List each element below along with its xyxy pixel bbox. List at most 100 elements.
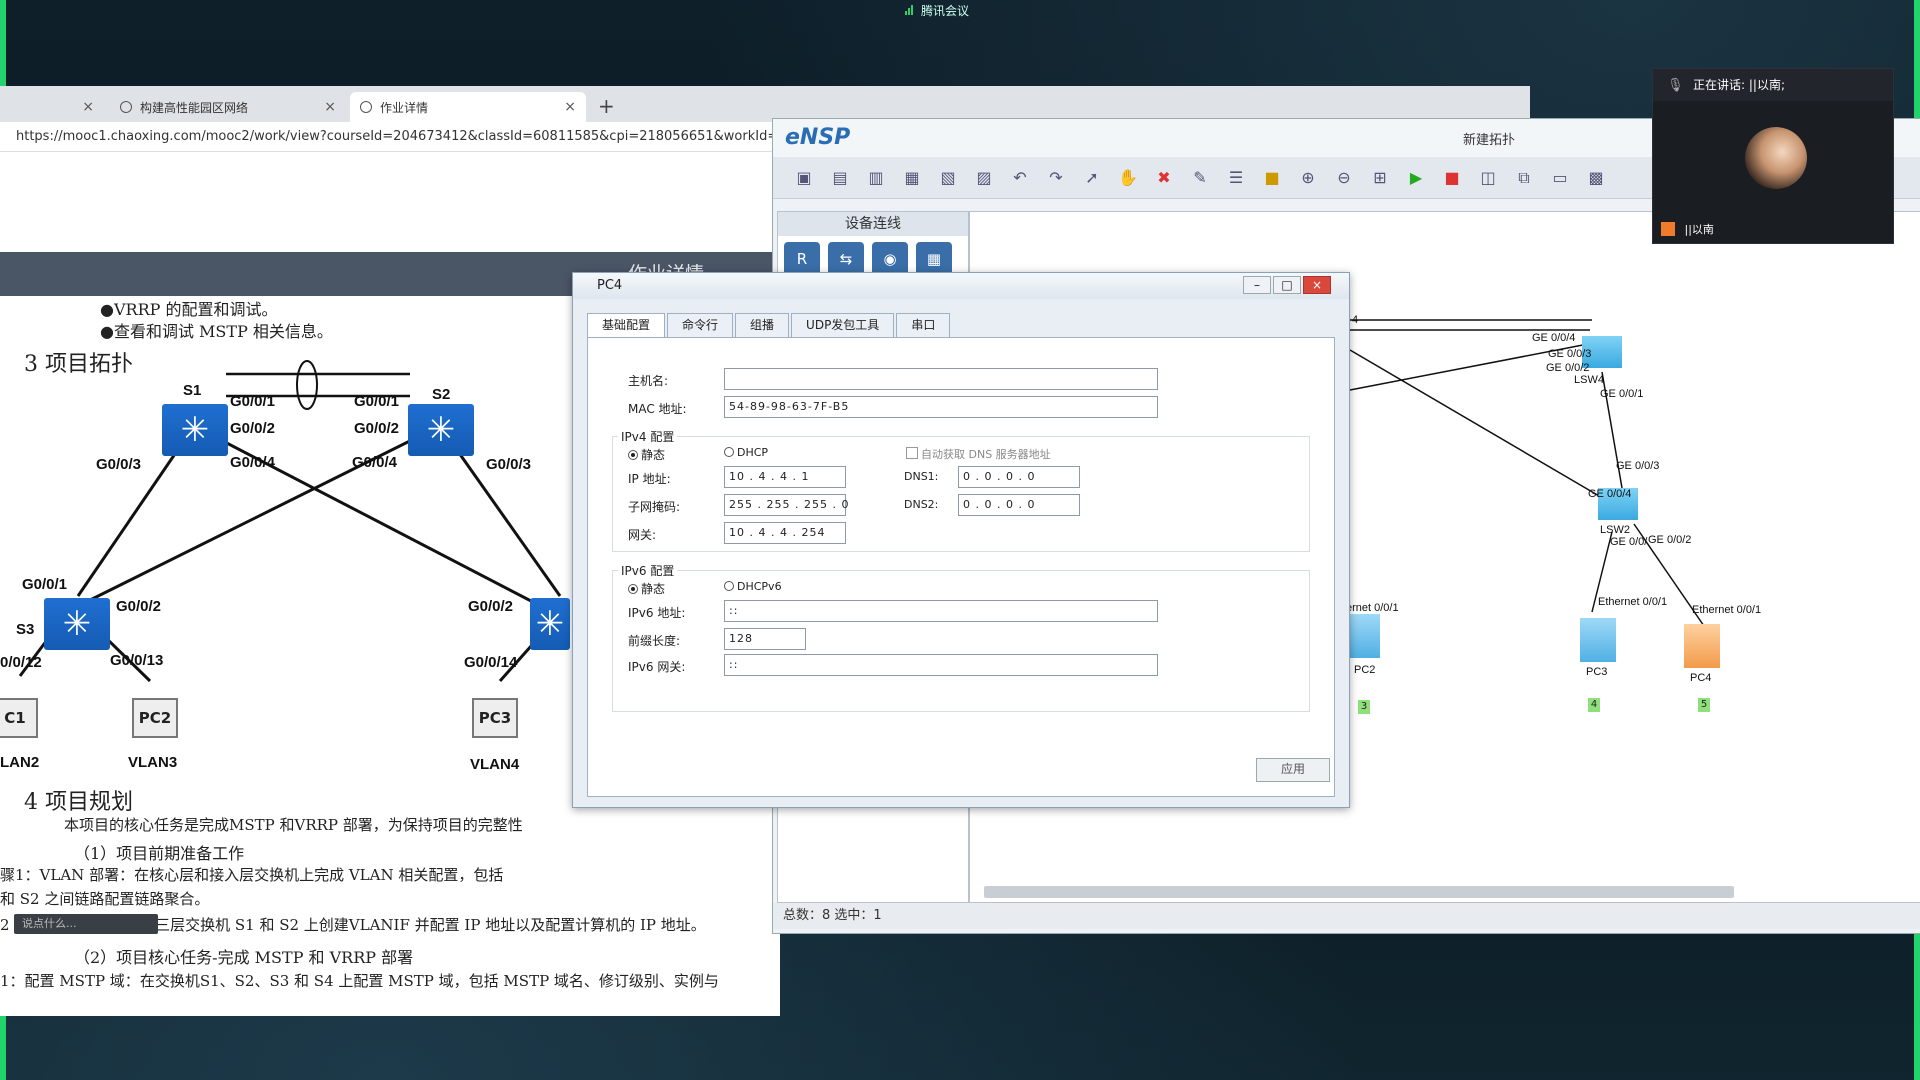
close-tab-icon[interactable]: × [82, 99, 94, 115]
tab-bar: × 构建高性能园区网络 × 作业详情 × + [0, 86, 1530, 122]
close-tab-icon[interactable]: × [324, 99, 336, 115]
port-label: G0/0/2 [230, 420, 276, 437]
lsw2-label: LSW2 [1600, 524, 1630, 536]
new-icon[interactable]: ▣ [791, 165, 817, 191]
static-radio[interactable]: 静态 [628, 446, 665, 463]
pc2-icon[interactable] [1350, 614, 1380, 658]
firewall-icon[interactable]: ▦ [916, 242, 952, 276]
participant-name-bar: ||以南 [1653, 219, 1901, 241]
new-topology-icon[interactable]: ▤ [827, 165, 853, 191]
switch-icon[interactable]: ⇆ [828, 242, 864, 276]
dhcpv6-label: DHCPv6 [737, 580, 782, 593]
new-tab-button[interactable]: + [598, 94, 615, 118]
apply-button[interactable]: 应用 [1256, 758, 1330, 782]
dns2-input[interactable]: 0 . 0 . 0 . 0 [958, 494, 1080, 516]
user-icon [1661, 222, 1675, 236]
router-icon[interactable]: R [784, 242, 820, 276]
hand-icon[interactable]: ✋ [1115, 165, 1141, 191]
undo-icon[interactable]: ↶ [1007, 165, 1033, 191]
vlan-badge: 5 [1698, 698, 1710, 712]
mask-label: 子网掩码: [628, 500, 681, 514]
ipv6-group [612, 570, 1310, 712]
globe-icon [120, 101, 132, 113]
save-as-icon[interactable]: ▧ [935, 165, 961, 191]
switch-s3-icon: ✳ [44, 598, 110, 650]
gateway-label: 网关: [628, 528, 657, 542]
vlan-label: LAN2 [0, 754, 40, 771]
stop-icon[interactable]: ■ [1439, 165, 1465, 191]
tab-multicast[interactable]: 组播 [735, 313, 790, 337]
pointer-icon[interactable]: ➚ [1079, 165, 1105, 191]
wireless-icon[interactable]: ◉ [872, 242, 908, 276]
topology-icon[interactable]: ⧉ [1511, 165, 1537, 191]
radio-checked-icon [628, 450, 638, 460]
pc4-icon[interactable] [1684, 624, 1720, 668]
hostname-label: 主机名: [628, 374, 669, 388]
delete-icon[interactable]: ✖ [1151, 165, 1177, 191]
fit-icon[interactable]: ⊞ [1367, 165, 1393, 191]
minimize-icon[interactable]: – [1243, 276, 1271, 294]
dhcpv6-radio[interactable]: DHCPv6 [724, 580, 782, 593]
dns1-input[interactable]: 0 . 0 . 0 . 0 [958, 466, 1080, 488]
port-label: G0/0/4 [230, 454, 276, 471]
label-s3: S3 [16, 621, 35, 638]
paragraph: 1：配置 MSTP 域：在交换机S1、S2、S3 和 S4 上配置 MSTP 域… [0, 972, 719, 990]
mask-input[interactable]: 255 . 255 . 255 . 0 [724, 494, 848, 516]
text-icon[interactable]: ☰ [1223, 165, 1249, 191]
paragraph: 骤1：VLAN 部署：在核心层和接入层交换机上完成 VLAN 相关配置，包括 [0, 866, 504, 884]
redo-icon[interactable]: ↷ [1043, 165, 1069, 191]
port-label: GE 0/0/4 [1532, 332, 1576, 344]
auto-dns-checkbox[interactable]: 自动获取 DNS 服务器地址 [906, 446, 1051, 462]
dhcp-radio[interactable]: DHCP [724, 446, 768, 459]
erase-icon[interactable]: ✎ [1187, 165, 1213, 191]
pc3-icon[interactable] [1580, 618, 1616, 662]
close-tab-icon[interactable]: × [564, 99, 576, 115]
vlan-badge: 4 [1588, 698, 1600, 712]
mac-label: MAC 地址: [628, 402, 687, 416]
print-icon[interactable]: ▨ [971, 165, 997, 191]
static6-radio[interactable]: 静态 [628, 580, 665, 597]
window-icon[interactable]: ▭ [1547, 165, 1573, 191]
port-label: Ethernet 0/0/1 [1598, 596, 1668, 608]
tab-course[interactable]: 构建高性能园区网络 × [110, 92, 346, 122]
mac-input[interactable]: 54-89-98-63-7F-B5 [724, 396, 1158, 418]
close-icon[interactable]: × [1303, 276, 1331, 294]
prefix-input[interactable]: 128 [724, 628, 806, 650]
screenshot-icon[interactable]: ▩ [1583, 165, 1609, 191]
switch-s1-icon: ✳ [162, 404, 228, 456]
gateway-input[interactable]: 10 . 4 . 4 . 254 [724, 522, 846, 544]
tab-1[interactable]: × [4, 92, 104, 122]
dns1-label: DNS1: [904, 470, 939, 483]
switch-s2-icon: ✳ [408, 404, 474, 456]
save-icon[interactable]: ▦ [899, 165, 925, 191]
chat-input[interactable]: 说点什么... [14, 914, 158, 934]
device-panel-title: 设备连线 [778, 212, 968, 236]
subheading: （2）项目核心任务-完成 MSTP 和 VRRP 部署 [74, 948, 414, 967]
radio-icon [724, 447, 734, 457]
zoom-out-icon[interactable]: ⊖ [1331, 165, 1357, 191]
ip-input[interactable]: 10 . 4 . 4 . 1 [724, 466, 846, 488]
tab-serial[interactable]: 串口 [896, 313, 951, 337]
horizontal-scrollbar[interactable] [984, 886, 1734, 898]
ipv6-gateway-input[interactable]: :: [724, 654, 1158, 676]
ensp-logo: eNSP [785, 125, 851, 150]
ipv6-input[interactable]: :: [724, 600, 1158, 622]
ipv6-label: IPv6 地址: [628, 606, 686, 620]
tab-homework[interactable]: 作业详情 × [350, 92, 586, 122]
rect-icon[interactable]: ■ [1259, 165, 1285, 191]
port-label: G0/0/13 [110, 652, 164, 669]
tab-cli[interactable]: 命令行 [667, 313, 734, 337]
switch-s4-icon: ✳ [530, 598, 570, 650]
paragraph: 和 S2 之间链路配置链路聚合。 [0, 890, 210, 908]
start-icon[interactable]: ▶ [1403, 165, 1429, 191]
zoom-in-icon[interactable]: ⊕ [1295, 165, 1321, 191]
hostname-input[interactable] [724, 368, 1158, 390]
open-icon[interactable]: ▥ [863, 165, 889, 191]
section-planning: 4 项目规划 [24, 790, 133, 815]
radio-checked-icon [628, 584, 638, 594]
capture-icon[interactable]: ◫ [1475, 165, 1501, 191]
pc3-icon: PC3 [472, 698, 518, 738]
tab-udp-tool[interactable]: UDP发包工具 [791, 313, 895, 337]
tab-basic-config[interactable]: 基础配置 [587, 313, 666, 337]
maximize-icon[interactable]: □ [1273, 276, 1301, 294]
